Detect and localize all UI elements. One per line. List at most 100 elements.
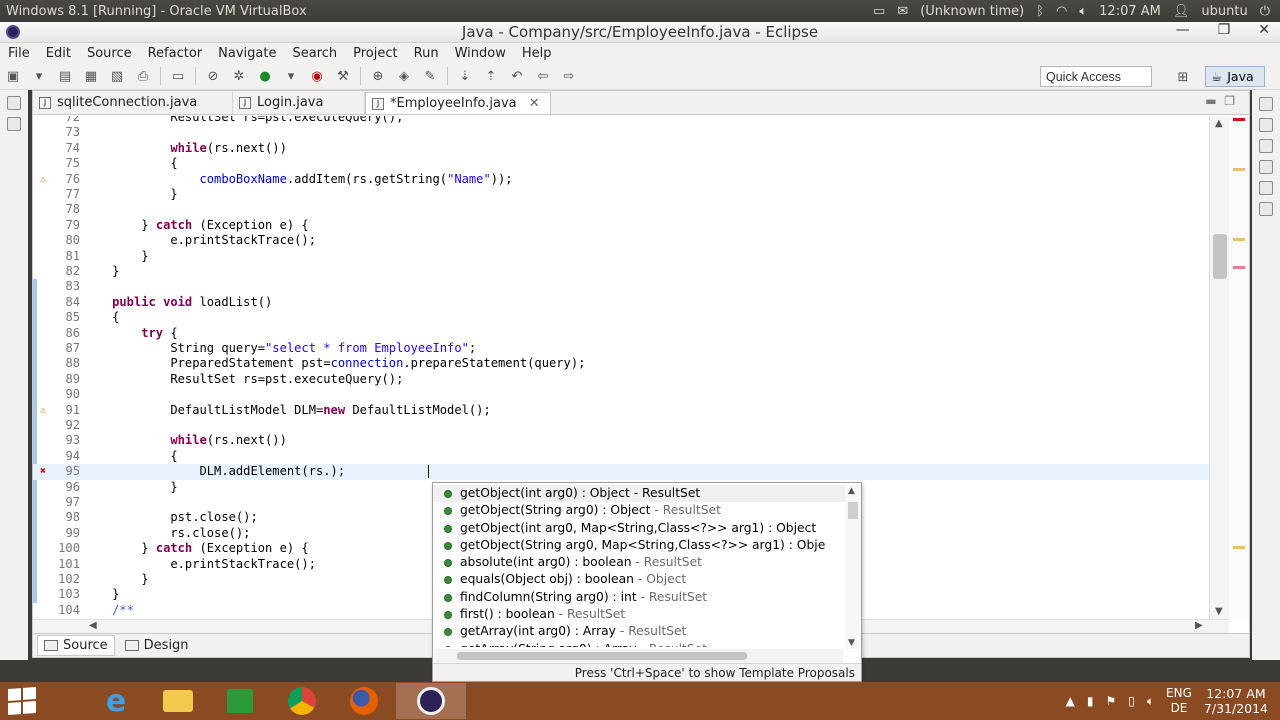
prev-annotation-icon[interactable]: ⇡ bbox=[482, 67, 500, 85]
code-text[interactable]: { bbox=[83, 310, 119, 324]
wifi-icon[interactable]: ◠ bbox=[1056, 4, 1067, 19]
outline-icon[interactable] bbox=[7, 117, 21, 131]
code-line[interactable]: 84 public void loadList() bbox=[33, 295, 1209, 310]
code-text[interactable]: } bbox=[83, 587, 119, 601]
code-line[interactable]: 85 { bbox=[33, 310, 1209, 325]
tab-employeeinfo[interactable]: J *EmployeeInfo.java ✕ bbox=[365, 92, 551, 114]
code-text[interactable]: rs.close(); bbox=[83, 526, 250, 540]
keyboard-icon[interactable]: ▭ bbox=[873, 4, 885, 19]
outline-view-icon[interactable] bbox=[1259, 118, 1273, 132]
new-icon[interactable]: ▣ bbox=[4, 67, 22, 85]
code-line[interactable]: 88 PreparedStatement pst=connection.prep… bbox=[33, 356, 1209, 371]
taskbar-clock[interactable]: 12:07 AM 7/31/2014 bbox=[1204, 686, 1268, 716]
code-text[interactable]: String query="select * from EmployeeInfo… bbox=[83, 341, 476, 355]
show-hidden-icon[interactable]: ▲ bbox=[1066, 694, 1075, 708]
close-icon[interactable]: ✕ bbox=[1258, 22, 1270, 38]
code-text[interactable]: pst.close(); bbox=[83, 510, 257, 524]
taskbar-chrome[interactable] bbox=[272, 683, 332, 719]
code-line[interactable]: 87 String query="select * from EmployeeI… bbox=[33, 341, 1209, 356]
code-line[interactable]: 81 } bbox=[33, 249, 1209, 264]
code-line[interactable]: 72 ResultSet rs=pst.executeQuery(); bbox=[33, 116, 1209, 125]
taskbar-firefox[interactable] bbox=[334, 683, 394, 719]
tab-login[interactable]: J Login.java bbox=[233, 92, 365, 114]
code-text[interactable]: } bbox=[83, 264, 119, 278]
proposal-scroll-down-icon[interactable]: ▼ bbox=[848, 638, 855, 648]
new-java-project-icon[interactable]: ⊕ bbox=[369, 67, 387, 85]
menu-project[interactable]: Project bbox=[345, 46, 405, 61]
javadoc-icon[interactable] bbox=[1259, 160, 1273, 174]
last-edit-icon[interactable]: ↶ bbox=[508, 67, 526, 85]
code-text[interactable]: DLM.addElement(rs.); bbox=[83, 464, 345, 478]
bluetooth-icon[interactable]: ᛒ bbox=[1036, 4, 1044, 19]
menu-navigate[interactable]: Navigate bbox=[210, 46, 284, 61]
taskbar-eclipse[interactable] bbox=[396, 683, 466, 719]
menu-search[interactable]: Search bbox=[284, 46, 345, 61]
proposal-scroll-thumb[interactable] bbox=[848, 502, 858, 519]
minimize-icon[interactable]: — bbox=[1176, 22, 1190, 38]
menu-file[interactable]: File bbox=[0, 46, 38, 61]
code-text[interactable]: while(rs.next()) bbox=[83, 433, 287, 447]
proposal-item[interactable]: getArray(String arg0) : Array - ResultSe… bbox=[433, 641, 845, 647]
proposal-hscroll-thumb[interactable] bbox=[457, 652, 747, 660]
proposal-scroll-up-icon[interactable]: ▲ bbox=[848, 486, 855, 496]
host-time-status[interactable]: (Unknown time) bbox=[920, 4, 1024, 19]
close-tab-icon[interactable]: ✕ bbox=[529, 96, 540, 111]
new-package-icon[interactable]: ◈ bbox=[395, 67, 413, 85]
proposal-item[interactable]: equals(Object obj) : boolean - Object bbox=[433, 571, 845, 588]
coverage-icon[interactable]: ◉ bbox=[308, 67, 326, 85]
tab-design[interactable]: Design bbox=[119, 636, 195, 655]
code-line[interactable]: 89 ResultSet rs=pst.executeQuery(); bbox=[33, 372, 1209, 387]
tab-sqliteconnection[interactable]: J sqliteConnection.java bbox=[33, 92, 233, 114]
scroll-right-icon[interactable]: ▶ bbox=[1195, 620, 1203, 631]
code-text[interactable]: } catch (Exception e) { bbox=[83, 541, 308, 555]
warning-marker-overview[interactable] bbox=[1233, 168, 1245, 171]
network-tray-icon[interactable]: ▮ bbox=[1087, 694, 1094, 708]
code-line[interactable]: 92 bbox=[33, 418, 1209, 433]
problems-icon[interactable] bbox=[1259, 139, 1273, 153]
restore-icon[interactable]: ❐ bbox=[1218, 22, 1231, 38]
menu-source[interactable]: Source bbox=[79, 46, 140, 61]
run-icon[interactable]: ● bbox=[256, 67, 274, 85]
warning-marker-overview[interactable] bbox=[1233, 546, 1245, 549]
code-line[interactable]: 78 bbox=[33, 202, 1209, 217]
java-perspective-button[interactable]: ☕︎ Java bbox=[1205, 66, 1265, 87]
host-user[interactable]: ubuntu bbox=[1201, 4, 1247, 19]
scroll-left-icon[interactable]: ◀ bbox=[89, 620, 97, 631]
code-text[interactable]: while(rs.next()) bbox=[83, 141, 287, 155]
print-icon[interactable]: ⎙ bbox=[134, 67, 152, 85]
error-icon[interactable]: ✖ bbox=[37, 466, 49, 478]
code-line[interactable]: 76 comboBoxName.addItem(rs.getString("Na… bbox=[33, 172, 1209, 187]
minimize-editor-icon[interactable]: ▬ bbox=[1205, 94, 1216, 108]
save-all-icon[interactable]: ▧ bbox=[108, 67, 126, 85]
package-explorer-icon[interactable] bbox=[7, 96, 21, 110]
menu-refactor[interactable]: Refactor bbox=[140, 46, 211, 61]
skip-breakpoints-icon[interactable]: ⊘ bbox=[204, 67, 222, 85]
code-text[interactable]: { bbox=[83, 156, 177, 170]
code-line[interactable]: 74 while(rs.next()) bbox=[33, 141, 1209, 156]
run-dropdown-icon[interactable]: ▾ bbox=[282, 67, 300, 85]
debug-icon[interactable]: ✲ bbox=[230, 67, 248, 85]
declaration-icon[interactable] bbox=[1259, 181, 1273, 195]
proposal-hscrollbar[interactable] bbox=[435, 649, 843, 663]
input-language[interactable]: ENG DE bbox=[1166, 686, 1192, 716]
proposal-item[interactable]: getObject(int arg0, Map<String,Class<?>>… bbox=[433, 520, 845, 537]
flag-tray-icon[interactable]: ⚑ bbox=[1105, 694, 1116, 708]
code-text[interactable]: { bbox=[83, 449, 177, 463]
code-line[interactable]: 77 } bbox=[33, 187, 1209, 202]
speaker-tray-icon[interactable]: 🔈︎ bbox=[1147, 694, 1154, 709]
code-line[interactable]: 82 } bbox=[33, 264, 1209, 279]
mail-icon[interactable]: ✉ bbox=[897, 4, 908, 19]
code-text[interactable]: } catch (Exception e) { bbox=[83, 218, 308, 232]
console-view-icon[interactable] bbox=[1259, 202, 1273, 216]
power-icon[interactable]: ⏻ bbox=[1260, 4, 1270, 19]
menu-edit[interactable]: Edit bbox=[38, 46, 79, 61]
menu-window[interactable]: Window bbox=[447, 46, 514, 61]
error-marker-overview[interactable] bbox=[1233, 266, 1245, 269]
code-text[interactable]: } bbox=[83, 249, 148, 263]
code-line[interactable]: 79 } catch (Exception e) { bbox=[33, 218, 1209, 233]
code-text[interactable]: comboBoxName.addItem(rs.getString("Name"… bbox=[83, 172, 513, 186]
proposal-scrollbar[interactable]: ▲ ▼ bbox=[845, 485, 861, 649]
proposal-item[interactable]: getArray(int arg0) : Array - ResultSet bbox=[433, 623, 845, 640]
tab-source[interactable]: Source bbox=[37, 635, 115, 656]
quick-access-input[interactable] bbox=[1040, 66, 1152, 87]
